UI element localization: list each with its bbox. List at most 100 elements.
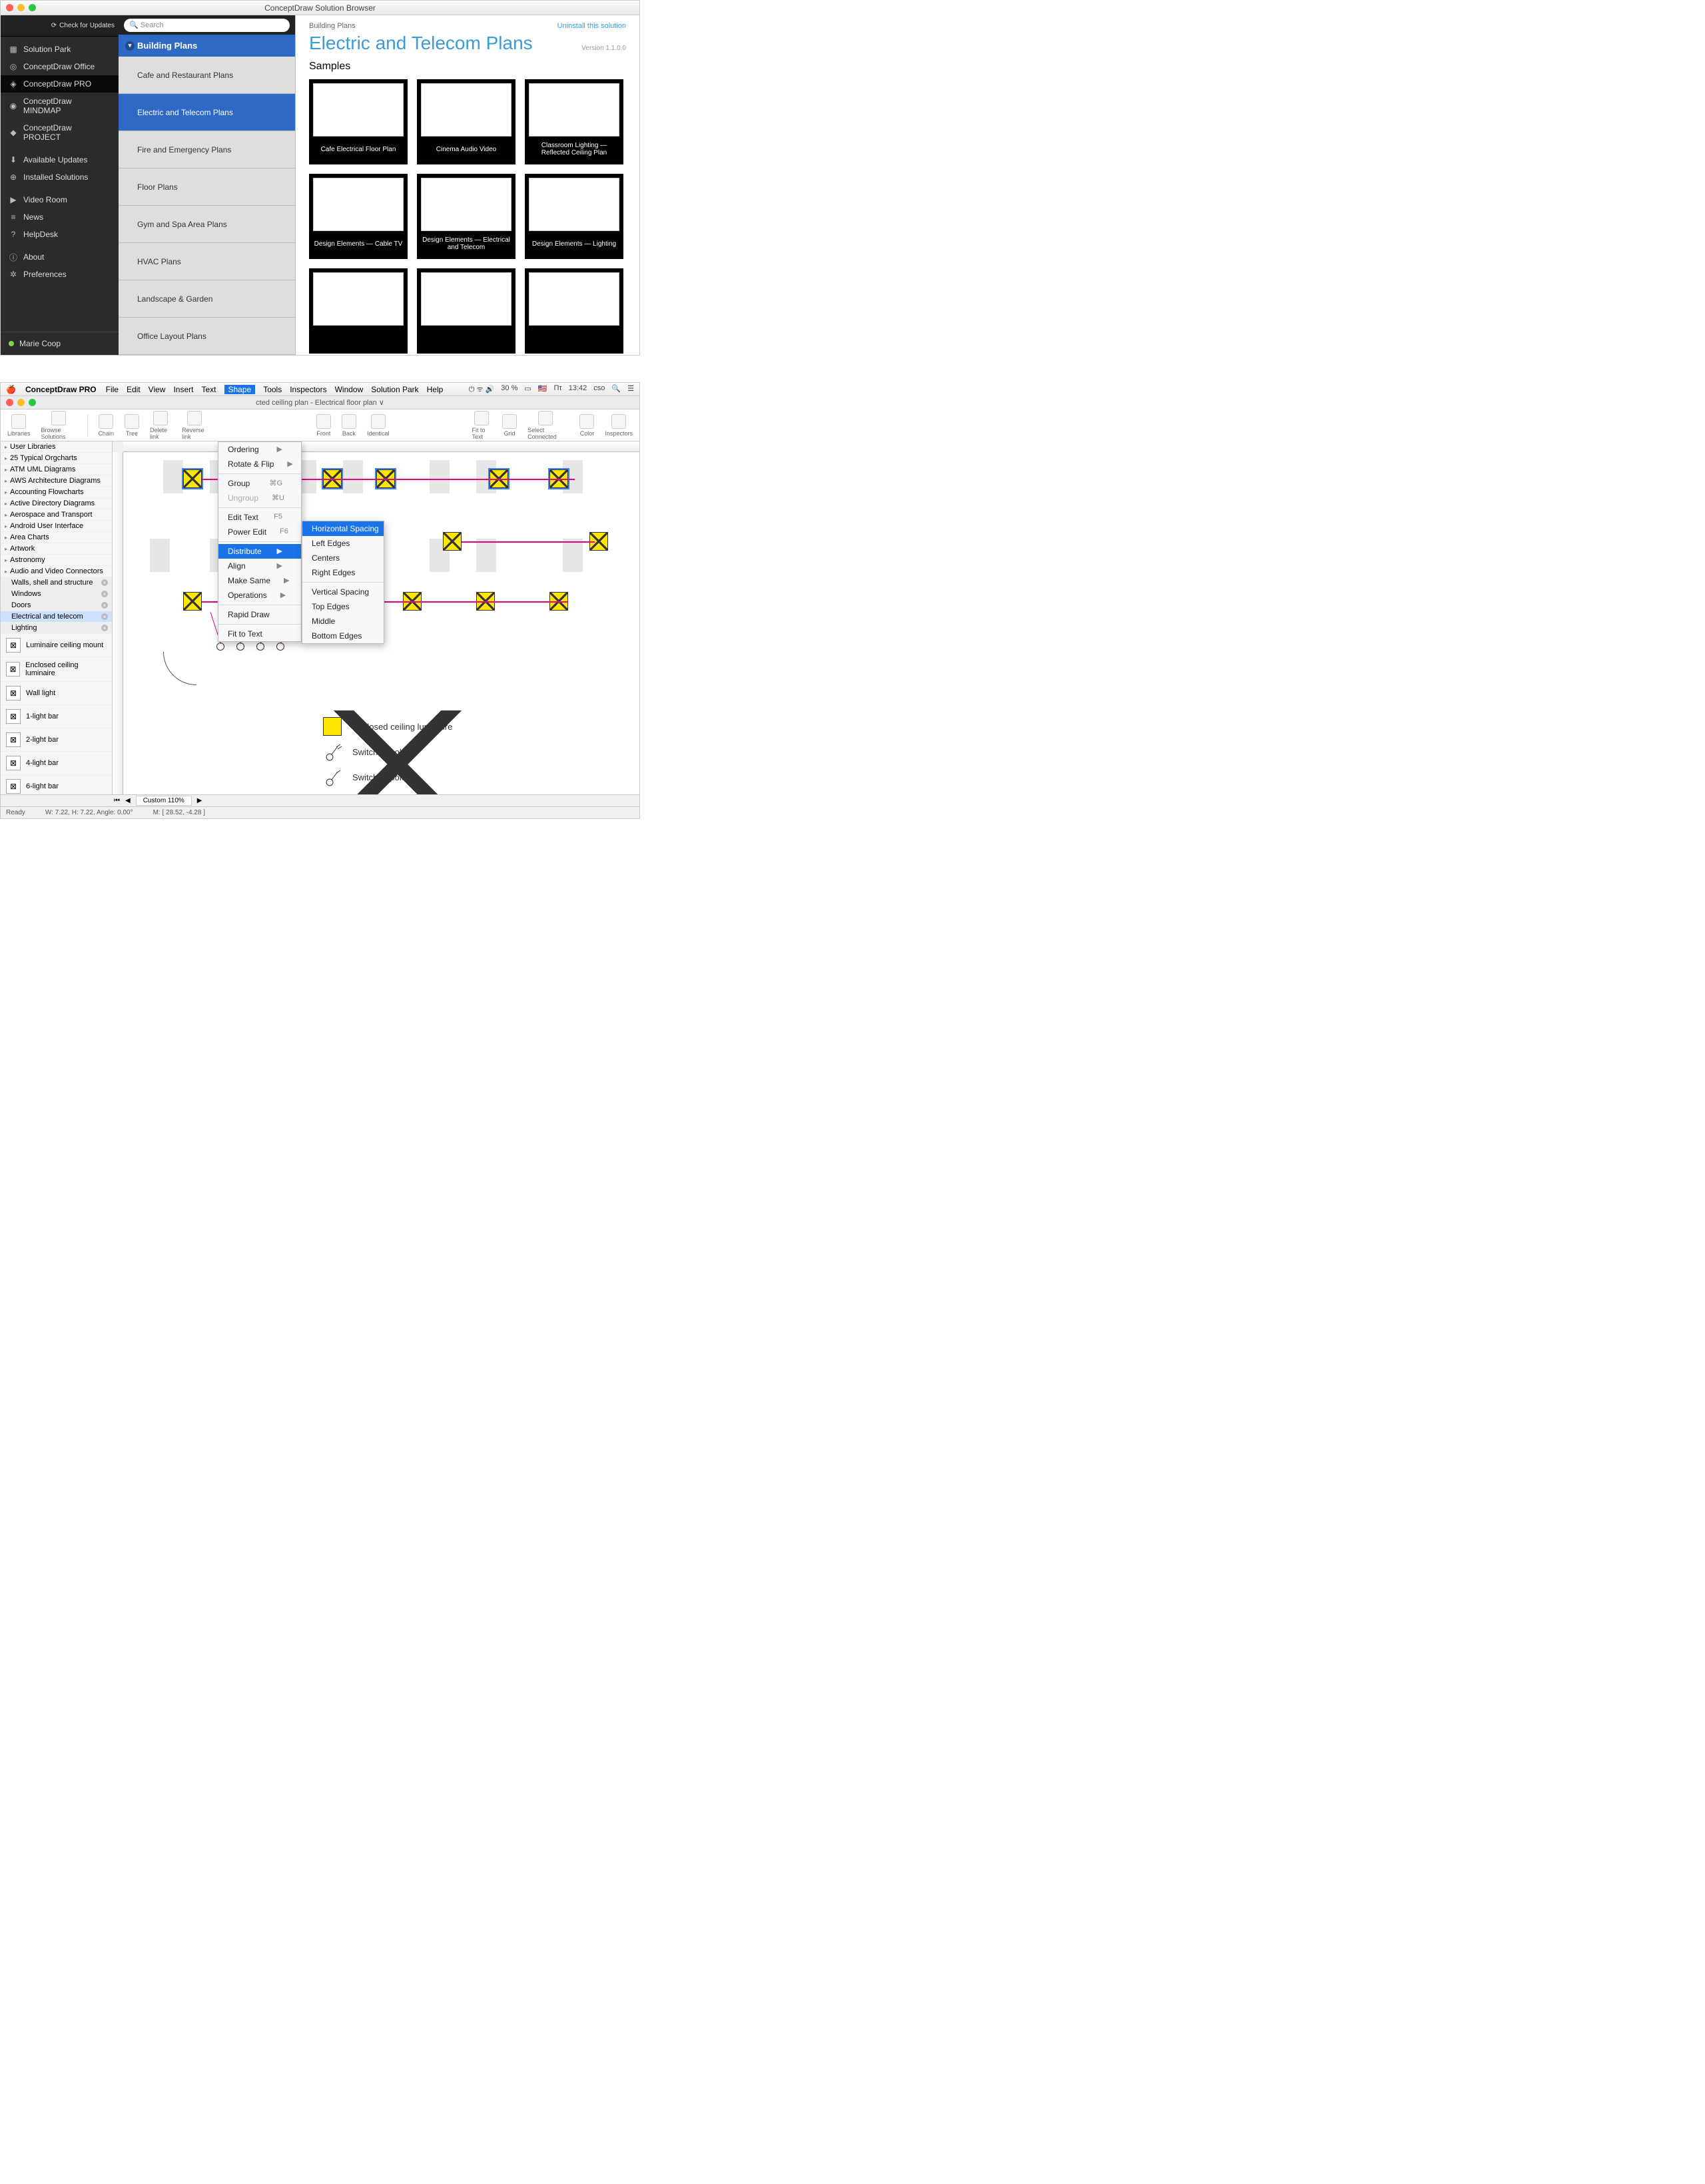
stencil-item[interactable]: ⊠Wall light [1, 682, 112, 705]
library-group[interactable]: ▸Accounting Flowcharts [1, 487, 112, 498]
menu-item[interactable]: Make Same▶ [218, 573, 301, 588]
sidebar-item[interactable]: ⊕Installed Solutions [1, 168, 119, 186]
library-item[interactable]: Lighting× [1, 623, 112, 634]
menu-item[interactable]: Fit to Text [218, 627, 301, 641]
stencil-item[interactable]: ⊠Luminaire ceiling mount [1, 634, 112, 657]
sidebar-item[interactable]: ◈ConceptDraw PRO [1, 75, 119, 93]
category-item[interactable]: Floor Plans [119, 168, 295, 206]
toolbar-button[interactable]: Tree [122, 414, 142, 437]
sidebar-item[interactable]: ✲Preferences [1, 266, 119, 283]
category-item[interactable]: Fire and Emergency Plans [119, 131, 295, 168]
window-shape[interactable] [163, 460, 183, 493]
menu-item[interactable]: Horizontal Spacing [302, 521, 384, 536]
library-group[interactable]: ▸Android User Interface [1, 521, 112, 532]
category-item[interactable]: Gym and Spa Area Plans [119, 206, 295, 243]
menu-item[interactable]: Edit TextF5 [218, 510, 301, 525]
close-icon[interactable] [6, 399, 13, 406]
library-group[interactable]: ▸Area Charts [1, 532, 112, 543]
close-icon[interactable]: × [101, 591, 108, 597]
library-group[interactable]: ▸Astronomy [1, 555, 112, 566]
sidebar-item[interactable]: ◆ConceptDraw PROJECT [1, 119, 119, 146]
uninstall-link[interactable]: Uninstall this solution [557, 22, 626, 30]
sample-card[interactable]: Classroom Lighting — Reflected Ceiling P… [525, 79, 623, 164]
library-group[interactable]: ▸ATM UML Diagrams [1, 464, 112, 475]
menu-item[interactable]: Rapid Draw [218, 607, 301, 622]
zoom-icon[interactable] [29, 4, 36, 11]
library-group[interactable]: ▸Active Directory Diagrams [1, 498, 112, 509]
sidebar-item[interactable]: ?HelpDesk [1, 226, 119, 243]
library-item[interactable]: Doors× [1, 600, 112, 611]
breadcrumb[interactable]: Building Plans [309, 22, 356, 30]
search-input[interactable]: 🔍 Search [124, 19, 290, 32]
user-badge[interactable]: Marie Coop [1, 332, 119, 355]
luminaire-shape[interactable] [443, 532, 462, 551]
stencil-item[interactable]: ⊠2-light bar [1, 728, 112, 752]
menubar-item[interactable]: Insert [173, 385, 193, 394]
toolbar-button[interactable]: Color [577, 414, 597, 437]
close-icon[interactable] [6, 4, 13, 11]
zoom-icon[interactable] [29, 399, 36, 406]
menu-item[interactable]: Centers [302, 551, 384, 565]
menubar-item[interactable]: Tools [263, 385, 282, 394]
minimize-icon[interactable] [17, 399, 25, 406]
flag-icon[interactable]: 🇺🇸 [538, 384, 547, 394]
app-name[interactable]: ConceptDraw PRO [25, 385, 97, 394]
menubar-item[interactable]: Solution Park [371, 385, 418, 394]
window-shape[interactable] [343, 460, 363, 493]
stencil-item[interactable]: ⊠Enclosed ceiling luminaire [1, 657, 112, 682]
menu-icon[interactable]: ☰ [627, 384, 634, 394]
toolbar-button[interactable]: Inspectors [602, 414, 635, 437]
toolbar-button[interactable]: Chain [95, 414, 117, 437]
window-shape[interactable] [150, 539, 170, 572]
toolbar-button[interactable]: Reverse link [179, 411, 210, 440]
category-item[interactable]: Office Layout Plans [119, 318, 295, 355]
category-item[interactable]: Electric and Telecom Plans [119, 94, 295, 131]
toolbar-button[interactable]: Select Connected [525, 411, 566, 440]
library-item[interactable]: Walls, shell and structure× [1, 577, 112, 589]
sidebar-item[interactable]: ◉ConceptDraw MINDMAP [1, 93, 119, 119]
sample-card[interactable] [309, 268, 408, 354]
sidebar-item[interactable]: ⓘAbout [1, 248, 119, 266]
menu-item[interactable]: Ordering▶ [218, 442, 301, 457]
menubar-item[interactable]: Inspectors [290, 385, 326, 394]
sidebar-item[interactable]: ◎ConceptDraw Office [1, 58, 119, 75]
sample-card[interactable]: Design Elements — Electrical and Telecom [417, 174, 515, 259]
sample-card[interactable] [417, 268, 515, 354]
page-nav-first[interactable]: ⏮ [114, 797, 120, 804]
sample-card[interactable]: Cafe Electrical Floor Plan [309, 79, 408, 164]
menubar-item[interactable]: Text [201, 385, 216, 394]
library-group[interactable]: ▸25 Typical Orgcharts [1, 453, 112, 464]
menu-item[interactable]: Middle [302, 614, 384, 629]
sample-card[interactable]: Design Elements — Cable TV [309, 174, 408, 259]
menu-item[interactable]: Right Edges [302, 565, 384, 580]
close-icon[interactable]: × [101, 602, 108, 609]
document-title[interactable]: cted ceiling plan - Electrical floor pla… [256, 398, 384, 407]
category-item[interactable]: HVAC Plans [119, 243, 295, 280]
page-nav-next[interactable]: ▶ [197, 797, 202, 804]
close-icon[interactable]: × [101, 625, 108, 631]
toolbar-button[interactable]: Browse Solutions [39, 411, 79, 440]
library-group[interactable]: ▸AWS Architecture Diagrams [1, 475, 112, 487]
menu-item[interactable]: Top Edges [302, 599, 384, 614]
window-shape[interactable] [563, 539, 583, 572]
menu-item[interactable]: Rotate & Flip▶ [218, 457, 301, 471]
luminaire-shape[interactable] [183, 469, 202, 488]
sidebar-item[interactable]: ≡News [1, 208, 119, 226]
spotlight-icon[interactable]: 🔍 [611, 384, 621, 394]
menu-item[interactable]: Bottom Edges [302, 629, 384, 643]
menu-item[interactable]: Vertical Spacing [302, 585, 384, 599]
menubar-item[interactable]: Shape [224, 385, 256, 394]
toolbar-button[interactable]: Grid [500, 414, 519, 437]
ruler-horizontal[interactable] [123, 441, 639, 452]
menu-item[interactable]: Distribute▶ [218, 544, 301, 559]
category-item[interactable]: Cafe and Restaurant Plans [119, 57, 295, 94]
library-group[interactable]: ▸User Libraries [1, 441, 112, 453]
toolbar-button[interactable]: Front [314, 414, 334, 437]
library-group[interactable]: ▸Artwork [1, 543, 112, 555]
menubar-item[interactable]: Edit [127, 385, 141, 394]
minimize-icon[interactable] [17, 4, 25, 11]
stencil-item[interactable]: ⊠4-light bar [1, 752, 112, 775]
sample-card[interactable] [525, 268, 623, 354]
wifi-icon[interactable]: ⏻ ᯤ 🔊 [469, 384, 495, 394]
close-icon[interactable]: × [101, 613, 108, 620]
